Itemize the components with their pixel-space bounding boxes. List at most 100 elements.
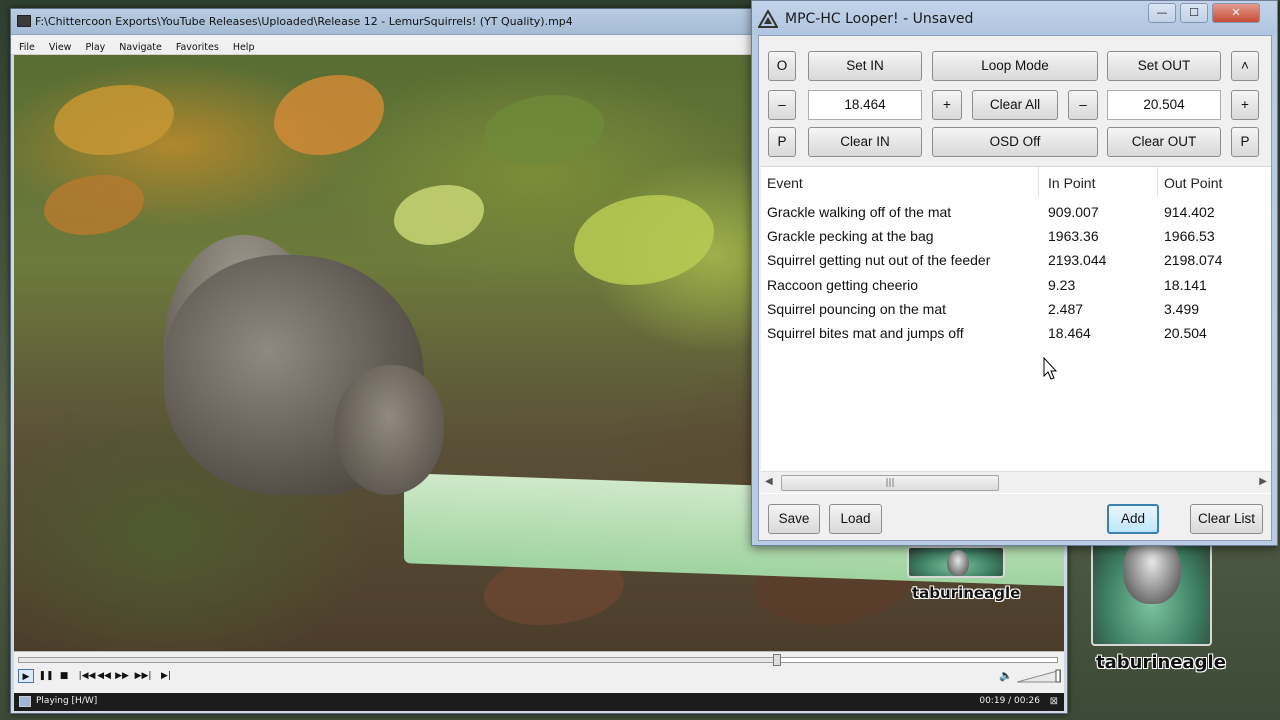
list-item[interactable]: Squirrel bites mat and jumps off 18.464 …	[761, 322, 1271, 346]
event-name: Grackle walking off of the mat	[767, 204, 952, 220]
column-header-in-point[interactable]: In Point	[1042, 167, 1158, 197]
column-header-event[interactable]: Event	[761, 167, 1039, 197]
list-item[interactable]: Grackle pecking at the bag 1963.36 1966.…	[761, 225, 1271, 249]
looper-window: MPC-HC Looper! - Unsaved — ☐ ✕ O Set IN …	[751, 0, 1278, 546]
in-point: 9.23	[1048, 277, 1076, 293]
seek-fill	[19, 658, 777, 662]
up-button[interactable]: ˄	[1231, 51, 1259, 81]
fast-forward-button[interactable]: ▶▶	[114, 669, 130, 683]
looper-title: MPC-HC Looper! - Unsaved	[785, 11, 974, 27]
clear-list-button[interactable]: Clear List	[1190, 504, 1263, 534]
skip-forward-button[interactable]: ▶▶|	[132, 669, 154, 683]
player-app-icon	[17, 15, 31, 27]
play-button[interactable]: ▶	[18, 669, 34, 683]
looper-client-area: O Set IN Loop Mode Set OUT ˄ – 18.464 + …	[758, 35, 1272, 541]
osd-off-button[interactable]: OSD Off	[932, 127, 1098, 157]
in-point: 1963.36	[1048, 228, 1099, 244]
out-point: 914.402	[1164, 204, 1215, 220]
set-in-button[interactable]: Set IN	[808, 51, 922, 81]
stop-button[interactable]: ■	[56, 669, 72, 683]
list-item[interactable]: Squirrel getting nut out of the feeder 2…	[761, 249, 1271, 273]
player-controls: ▶ ❚❚ ■ |◀◀ ◀◀ ▶▶ ▶▶| ▶| 🔈	[14, 651, 1064, 693]
pause-button[interactable]: ❚❚	[38, 669, 54, 683]
seek-bar[interactable]	[18, 654, 1058, 666]
clear-all-button[interactable]: Clear All	[972, 90, 1058, 120]
looper-titlebar[interactable]: MPC-HC Looper! - Unsaved — ☐ ✕	[752, 1, 1277, 35]
in-point: 2193.044	[1048, 252, 1107, 268]
skip-back-button[interactable]: |◀◀	[76, 669, 98, 683]
event-name: Squirrel pouncing on the mat	[767, 301, 946, 317]
out-point: 3.499	[1164, 301, 1200, 317]
menu-play[interactable]: Play	[77, 38, 111, 53]
event-name: Raccoon getting cheerio	[767, 277, 918, 293]
speaker-icon[interactable]: 🔈	[999, 669, 1013, 683]
raccoon-image	[947, 550, 969, 576]
in-point: 2.487	[1048, 301, 1084, 317]
status-icon	[19, 696, 31, 707]
clear-out-button[interactable]: Clear OUT	[1107, 127, 1221, 157]
maximize-button[interactable]: ☐	[1180, 3, 1208, 23]
in-decrement-button[interactable]: –	[768, 90, 796, 120]
frame-step-button[interactable]: ▶|	[158, 669, 174, 683]
in-point: 18.464	[1048, 325, 1091, 341]
event-name: Squirrel bites mat and jumps off	[767, 325, 964, 341]
status-bar: Playing [H/W] 00:19 / 00:26 ⊠	[14, 693, 1064, 711]
p-left-button[interactable]: P	[768, 127, 796, 157]
leaf-shape	[394, 185, 484, 245]
in-point-field[interactable]: 18.464	[808, 90, 922, 120]
menu-navigate[interactable]: Navigate	[111, 38, 168, 53]
out-point: 18.141	[1164, 277, 1207, 293]
leaf-shape	[574, 195, 714, 285]
set-out-button[interactable]: Set OUT	[1107, 51, 1221, 81]
clear-in-button[interactable]: Clear IN	[808, 127, 922, 157]
watermark-text-large: taburineagle	[1096, 652, 1226, 673]
o-button[interactable]: O	[768, 51, 796, 81]
in-increment-button[interactable]: +	[932, 90, 962, 120]
event-name: Squirrel getting nut out of the feeder	[767, 252, 991, 268]
close-button[interactable]: ✕	[1212, 3, 1260, 23]
menu-favorites[interactable]: Favorites	[168, 38, 225, 53]
watermark-text-small: taburineagle	[912, 584, 1021, 602]
out-increment-button[interactable]: +	[1231, 90, 1259, 120]
player-title: F:\Chittercoon Exports\YouTube Releases\…	[35, 15, 573, 28]
list-item[interactable]: Squirrel pouncing on the mat 2.487 3.499	[761, 298, 1271, 322]
in-point: 909.007	[1048, 204, 1099, 220]
scroll-thumb[interactable]: |||	[781, 475, 999, 491]
add-button[interactable]: Add	[1107, 504, 1159, 534]
mouse-cursor-icon	[1043, 357, 1058, 380]
out-decrement-button[interactable]: –	[1068, 90, 1098, 120]
out-point: 1966.53	[1164, 228, 1215, 244]
desktop: F:\Chittercoon Exports\YouTube Releases\…	[0, 0, 1280, 720]
horizontal-scrollbar[interactable]: ◀ ||| ▶	[761, 471, 1271, 493]
scroll-left-arrow-icon[interactable]: ◀	[765, 476, 773, 487]
load-button[interactable]: Load	[829, 504, 882, 534]
leaf-shape	[484, 95, 604, 165]
event-name: Grackle pecking at the bag	[767, 228, 934, 244]
status-text: Playing [H/W]	[36, 696, 98, 706]
events-list[interactable]: Event In Point Out Point Grackle walking…	[761, 166, 1271, 494]
fullscreen-icon[interactable]: ⊠	[1050, 696, 1058, 707]
loop-mode-button[interactable]: Loop Mode	[932, 51, 1098, 81]
seek-thumb[interactable]	[772, 654, 781, 666]
squirrel-head	[334, 365, 444, 495]
volume-slider[interactable]	[1017, 669, 1061, 683]
menu-view[interactable]: View	[41, 38, 78, 53]
out-point: 2198.074	[1164, 252, 1223, 268]
leaf-shape	[274, 75, 384, 155]
p-right-button[interactable]: P	[1231, 127, 1259, 157]
looper-logo-icon	[758, 10, 778, 28]
rewind-button[interactable]: ◀◀	[96, 669, 112, 683]
menu-file[interactable]: File	[11, 38, 41, 53]
time-display: 00:19 / 00:26	[979, 696, 1040, 706]
list-item[interactable]: Grackle walking off of the mat 909.007 9…	[761, 201, 1271, 225]
scroll-right-arrow-icon[interactable]: ▶	[1259, 476, 1267, 487]
leaf-shape	[44, 175, 144, 235]
minimize-button[interactable]: —	[1148, 3, 1176, 23]
out-point-field[interactable]: 20.504	[1107, 90, 1221, 120]
save-button[interactable]: Save	[768, 504, 820, 534]
list-item[interactable]: Raccoon getting cheerio 9.23 18.141	[761, 274, 1271, 298]
column-header-out-point[interactable]: Out Point	[1158, 167, 1271, 197]
leaf-shape	[54, 85, 174, 155]
out-point: 20.504	[1164, 325, 1207, 341]
menu-help[interactable]: Help	[225, 38, 261, 53]
